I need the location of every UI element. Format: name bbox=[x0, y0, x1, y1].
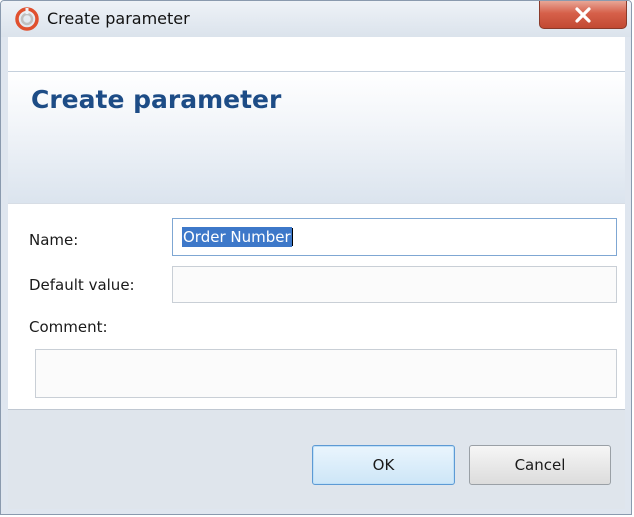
create-parameter-dialog: Create parameter Create parameter Name: … bbox=[0, 0, 632, 515]
page-title: Create parameter bbox=[31, 85, 282, 114]
close-icon bbox=[574, 6, 592, 23]
title-bar[interactable]: Create parameter bbox=[1, 1, 631, 37]
name-field-value: Order Number bbox=[182, 227, 292, 247]
name-field[interactable]: Order Number bbox=[172, 218, 617, 256]
name-label: Name: bbox=[29, 231, 79, 249]
header-strip bbox=[8, 37, 625, 71]
ok-button[interactable]: OK bbox=[312, 445, 455, 485]
comment-field[interactable] bbox=[35, 349, 617, 398]
window-title: Create parameter bbox=[47, 9, 190, 28]
default-value-label: Default value: bbox=[29, 276, 135, 294]
parameter-form: Name: Order Number Default value: Commen… bbox=[8, 203, 625, 409]
text-caret bbox=[291, 228, 293, 246]
cancel-button[interactable]: Cancel bbox=[469, 445, 611, 485]
close-button[interactable] bbox=[539, 1, 627, 29]
dialog-footer: OK Cancel bbox=[8, 409, 625, 509]
app-logo-icon bbox=[15, 7, 39, 31]
comment-label: Comment: bbox=[29, 318, 108, 336]
default-value-field[interactable] bbox=[172, 266, 617, 303]
